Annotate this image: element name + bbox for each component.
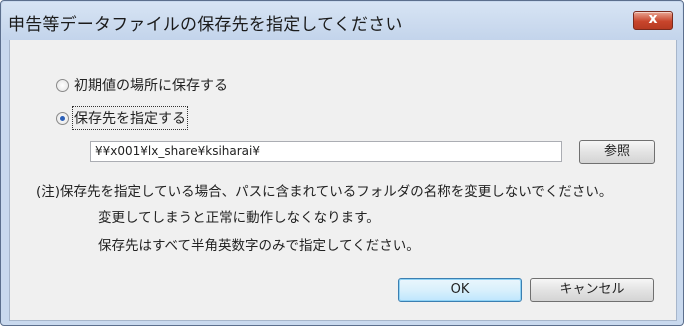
radio-specify-location[interactable]: 保存先を指定する [56,106,188,130]
close-icon: x [648,11,658,27]
radio-default-location-label[interactable]: 初期値の場所に保存する [74,75,228,95]
title-bar[interactable]: 申告等データファイルの保存先を指定してください x [2,2,682,40]
note-line-3: 保存先はすべて半角英数字のみで指定してください。 [98,238,420,254]
dialog-window: 申告等データファイルの保存先を指定してください x 初期値の場所に保存する 保存… [0,0,684,326]
radio-specify-location-circle[interactable] [56,111,69,125]
radio-default-location[interactable]: 初期値の場所に保存する [56,75,228,95]
browse-button[interactable]: 参照 [579,140,655,164]
save-path-input[interactable]: ¥¥x001¥lx_share¥ksiharai¥ [90,141,562,162]
dialog-body: 初期値の場所に保存する 保存先を指定する ¥¥x001¥lx_share¥ksi… [9,40,677,321]
close-button[interactable]: x [633,11,673,30]
radio-specify-location-label[interactable]: 保存先を指定する [72,106,188,130]
radio-default-location-circle[interactable] [56,78,69,92]
dialog-title: 申告等データファイルの保存先を指定してください [8,15,403,35]
note-line-1: (注)保存先を指定している場合、パスに含まれているフォルダの名称を変更しないでく… [36,184,613,200]
ok-button[interactable]: OK [398,278,522,302]
note-line-2: 変更してしまうと正常に動作しなくなります。 [98,210,380,226]
cancel-button[interactable]: キャンセル [530,278,654,302]
